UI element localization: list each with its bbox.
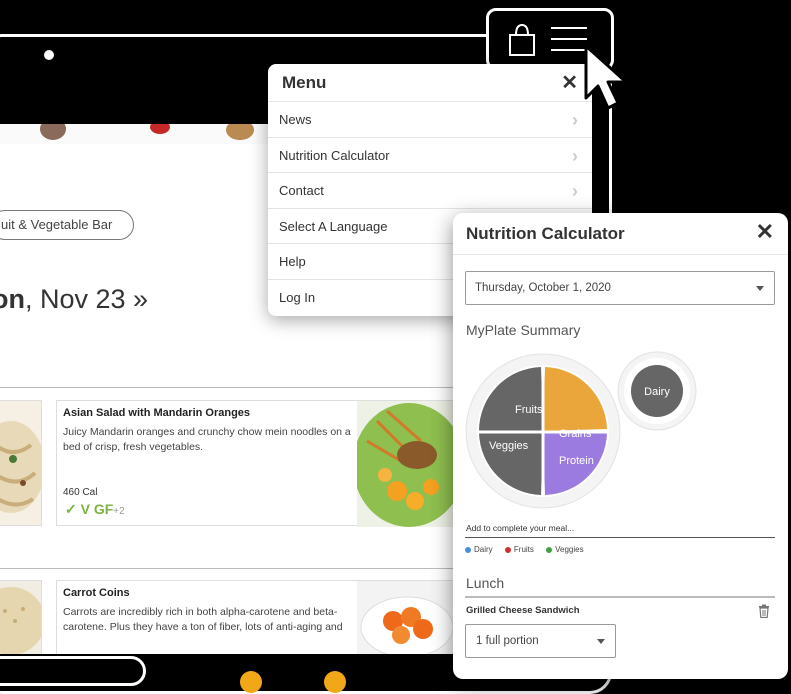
myplate-chart: Fruits Grains Veggies Protein — [465, 353, 621, 509]
dairy-label: Dairy — [644, 386, 670, 398]
menu-item-label: Log In — [279, 289, 316, 305]
menu-item-label: Contact — [279, 183, 324, 198]
menu-item-label: Nutrition Calculator — [279, 147, 390, 163]
plate-label-fruits: Fruits — [515, 404, 543, 416]
portion-select[interactable]: 1 full portion — [465, 624, 616, 658]
diet-icons-more[interactable]: +2 — [113, 506, 124, 517]
menu-item-card-partial[interactable] — [0, 580, 42, 654]
close-icon[interactable]: ✕ — [756, 219, 774, 245]
fruit-vegetable-bar-chip[interactable]: uit & Vegetable Bar — [0, 210, 134, 240]
menu-item-label: Help — [279, 254, 306, 269]
menu-item-calories: 460 Cal — [63, 487, 98, 498]
food-group-legend: Dairy Fruits Veggies — [465, 545, 594, 554]
menu-item-card-partial[interactable] — [0, 400, 42, 526]
date-select-value: Thursday, October 1, 2020 — [475, 282, 611, 294]
date-select[interactable]: Thursday, October 1, 2020 — [465, 271, 775, 305]
menu-item-card[interactable]: Asian Salad with Mandarin Oranges Juicy … — [56, 400, 457, 527]
legend-item-veggies: Veggies — [546, 545, 584, 554]
menu-header: Menu ✕ — [268, 64, 592, 102]
menu-item-label: News — [279, 112, 312, 127]
menu-item-news[interactable]: News › — [268, 102, 592, 138]
legend-item-dairy: Dairy — [465, 545, 493, 554]
decorative-dot — [240, 671, 262, 693]
dairy-cup-chart: Dairy — [617, 351, 697, 431]
menu-date-heading[interactable]: on, Nov 23 » — [0, 284, 148, 315]
menu-close-icon[interactable]: ✕ — [561, 70, 578, 95]
menu-title: Menu — [282, 73, 327, 92]
menu-item-description: Juicy Mandarin oranges and crunchy chow … — [63, 426, 351, 453]
camera-dot — [44, 50, 54, 60]
meal-completion-note: Add to complete your meal... — [466, 523, 575, 533]
chevron-down-icon — [597, 639, 605, 644]
plate-label-protein: Protein — [559, 455, 594, 467]
menu-item-contact[interactable]: Contact › — [268, 173, 592, 209]
menu-item-title[interactable]: Asian Salad with Mandarin Oranges — [63, 407, 250, 419]
divider — [465, 596, 775, 598]
menu-item-nutrition-calculator[interactable]: Nutrition Calculator › — [268, 138, 592, 173]
meal-item-name: Grilled Cheese Sandwich — [466, 605, 580, 616]
chevron-down-icon — [756, 286, 764, 291]
menu-item-description: Carrots are incredibly rich in both alph… — [63, 606, 343, 633]
ginger-image — [226, 124, 254, 140]
nutrition-calculator-header: Nutrition Calculator ✕ — [453, 213, 788, 255]
date-heading-date: , Nov 23 » — [25, 284, 149, 314]
nutrition-calculator-panel: Nutrition Calculator ✕ Thursday, October… — [453, 213, 788, 679]
garlic-image — [40, 124, 66, 140]
mouse-cursor-icon — [584, 44, 628, 110]
diet-icons-text: ✓ V GF — [65, 501, 114, 517]
chevron-right-icon: › — [572, 145, 578, 166]
plate-label-grains: Grains — [559, 428, 592, 440]
legend-item-fruits: Fruits — [504, 545, 534, 554]
portion-select-value: 1 full portion — [476, 635, 539, 647]
chevron-right-icon: › — [572, 181, 578, 201]
plate-label-veggies: Veggies — [489, 440, 529, 452]
date-heading-weekday: on — [0, 284, 25, 314]
divider — [465, 537, 775, 538]
device-bezel — [0, 656, 146, 686]
chevron-right-icon: › — [572, 110, 578, 130]
menu-item-label: Select A Language — [279, 218, 388, 234]
menu-item-card[interactable]: Carrot Coins Carrots are incredibly rich… — [56, 580, 456, 654]
carrot-coins-image — [357, 581, 455, 654]
meal-section-title: Lunch — [466, 575, 505, 591]
tomato-image — [150, 124, 170, 134]
menu-item-title[interactable]: Carrot Coins — [63, 587, 130, 599]
decorative-dot — [324, 671, 346, 693]
myplate-summary-label: MyPlate Summary — [466, 322, 581, 338]
rice-image — [0, 581, 41, 654]
asian-salad-image — [357, 401, 457, 527]
pasta-image — [0, 401, 41, 525]
shopping-bag-icon[interactable] — [507, 23, 537, 57]
trash-icon[interactable] — [758, 604, 770, 618]
diet-icons: ✓ V GF+2 — [65, 501, 125, 518]
nutrition-calculator-title: Nutrition Calculator — [466, 224, 625, 243]
